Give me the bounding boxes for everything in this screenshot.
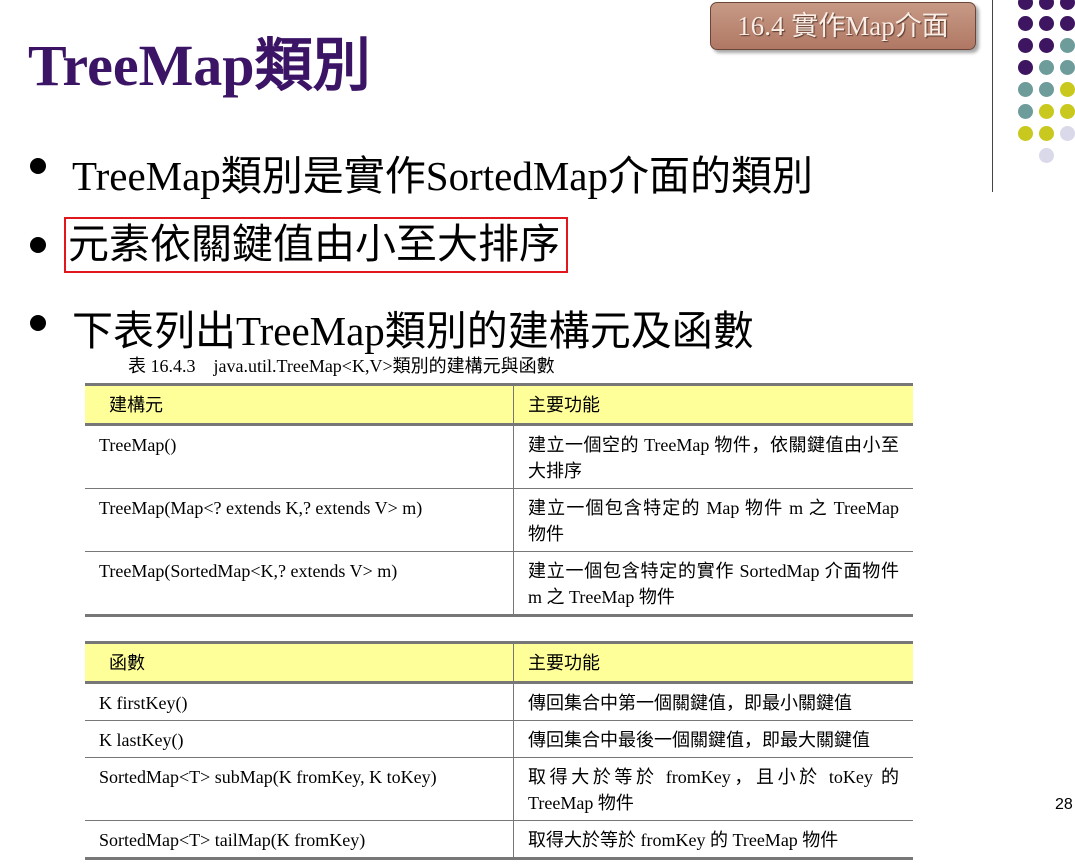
constructors-table: 建構元 主要功能 TreeMap() 建立一個空的 TreeMap 物件，依關鍵…	[85, 383, 913, 617]
bullet-text: TreeMap類別是實作SortedMap介面的類別	[72, 153, 814, 199]
table-cell: 傳回集合中第一個關鍵值，即最小關鍵值	[513, 682, 913, 721]
column-header: 函數	[85, 642, 514, 684]
table-cell: TreeMap(Map<? extends K,? extends V> m)	[85, 488, 514, 552]
table-row: K firstKey() 傳回集合中第一個關鍵值，即最小關鍵值	[85, 682, 913, 721]
table-row: TreeMap() 建立一個空的 TreeMap 物件，依關鍵值由小至大排序	[85, 424, 913, 489]
divider-line	[992, 0, 993, 192]
table-cell: SortedMap<T> tailMap(K fromKey)	[85, 820, 514, 859]
dot	[1018, 60, 1033, 75]
dot	[1060, 38, 1075, 53]
table-row: SortedMap<T> subMap(K fromKey, K toKey) …	[85, 757, 913, 821]
table-cell: 傳回集合中最後一個關鍵值，即最大關鍵值	[513, 720, 913, 758]
dot	[1018, 38, 1033, 53]
dot	[1039, 38, 1054, 53]
table-row: K lastKey() 傳回集合中最後一個關鍵值，即最大關鍵值	[85, 720, 913, 758]
table-cell: K firstKey()	[85, 682, 514, 721]
dot	[1018, 126, 1033, 141]
table-cell: K lastKey()	[85, 720, 514, 758]
table-row: SortedMap<T> tailMap(K fromKey) 取得大於等於 f…	[85, 820, 913, 859]
bullet-dot-icon	[30, 315, 46, 331]
table-row: TreeMap(SortedMap<K,? extends V> m) 建立一個…	[85, 551, 913, 616]
column-header: 主要功能	[513, 642, 913, 684]
dot	[1060, 0, 1075, 10]
dot	[1039, 148, 1054, 163]
column-header: 主要功能	[513, 384, 913, 426]
table-cell: 取得大於等於 fromKey 的 TreeMap 物件	[513, 820, 913, 859]
bullet-dot-icon	[30, 158, 46, 174]
dot	[1039, 104, 1054, 119]
table-caption: 表 16.4.3 java.util.TreeMap<K,V>類別的建構元與函數	[128, 356, 555, 376]
slide-title: TreeMap類別	[28, 33, 371, 98]
table-cell: 取得大於等於 fromKey，且小於 toKey 的 TreeMap 物件	[513, 757, 913, 821]
dot	[1018, 0, 1033, 10]
dot	[1018, 16, 1033, 31]
table-cell: 建立一個空的 TreeMap 物件，依關鍵值由小至大排序	[513, 424, 913, 489]
dot	[1039, 126, 1054, 141]
dot	[1039, 0, 1054, 10]
dot	[1060, 16, 1075, 31]
section-tab: 16.4 實作Map介面	[710, 2, 976, 50]
table-cell: 建立一個包含特定的 Map 物件 m 之 TreeMap 物件	[513, 488, 913, 552]
dot	[1060, 104, 1075, 119]
table-cell: TreeMap(SortedMap<K,? extends V> m)	[85, 551, 514, 616]
dot	[1060, 82, 1075, 97]
dot	[1060, 60, 1075, 75]
dot	[1018, 104, 1033, 119]
dot	[1039, 60, 1054, 75]
table-row: TreeMap(Map<? extends K,? extends V> m) …	[85, 488, 913, 552]
dot	[1060, 126, 1075, 141]
column-header: 建構元	[85, 384, 514, 426]
bullet-text: 下表列出TreeMap類別的建構元及函數	[72, 308, 754, 354]
dot	[1018, 82, 1033, 97]
dot	[1039, 16, 1054, 31]
table-cell: 建立一個包含特定的實作 SortedMap 介面物件 m 之 TreeMap 物…	[513, 551, 913, 616]
table-header-row: 建構元 主要功能	[85, 384, 913, 426]
table-cell: TreeMap()	[85, 424, 514, 489]
bullet-dot-icon	[30, 237, 46, 253]
highlighted-bullet-text: 元素依關鍵值由小至大排序	[64, 217, 568, 273]
table-cell: SortedMap<T> subMap(K fromKey, K toKey)	[85, 757, 514, 821]
page-number: 28	[1055, 796, 1073, 813]
methods-table: 函數 主要功能 K firstKey() 傳回集合中第一個關鍵值，即最小關鍵值 …	[85, 641, 913, 860]
dot	[1039, 82, 1054, 97]
table-header-row: 函數 主要功能	[85, 642, 913, 684]
